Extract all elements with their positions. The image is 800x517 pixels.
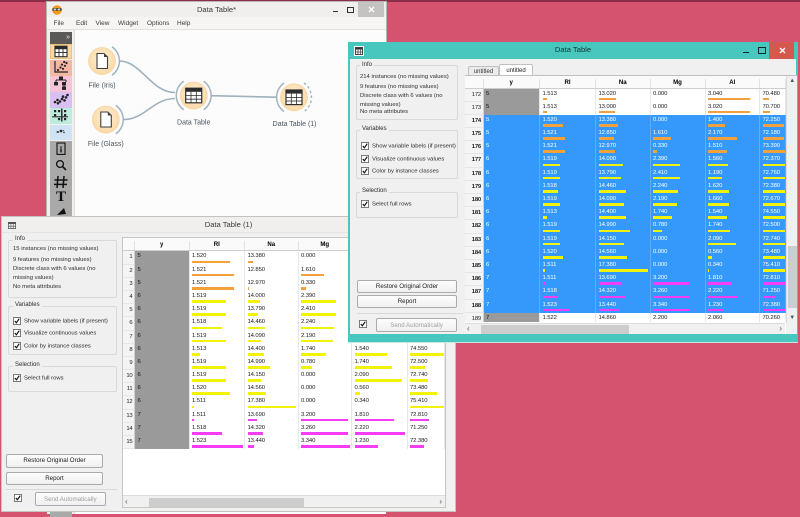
svg-text:Data Table (1): Data Table (1): [273, 121, 317, 128]
svg-text:File (Glass): File (Glass): [88, 141, 124, 148]
svg-text:Data Table: Data Table: [177, 120, 210, 127]
svg-text:File (Iris): File (Iris): [88, 83, 115, 90]
